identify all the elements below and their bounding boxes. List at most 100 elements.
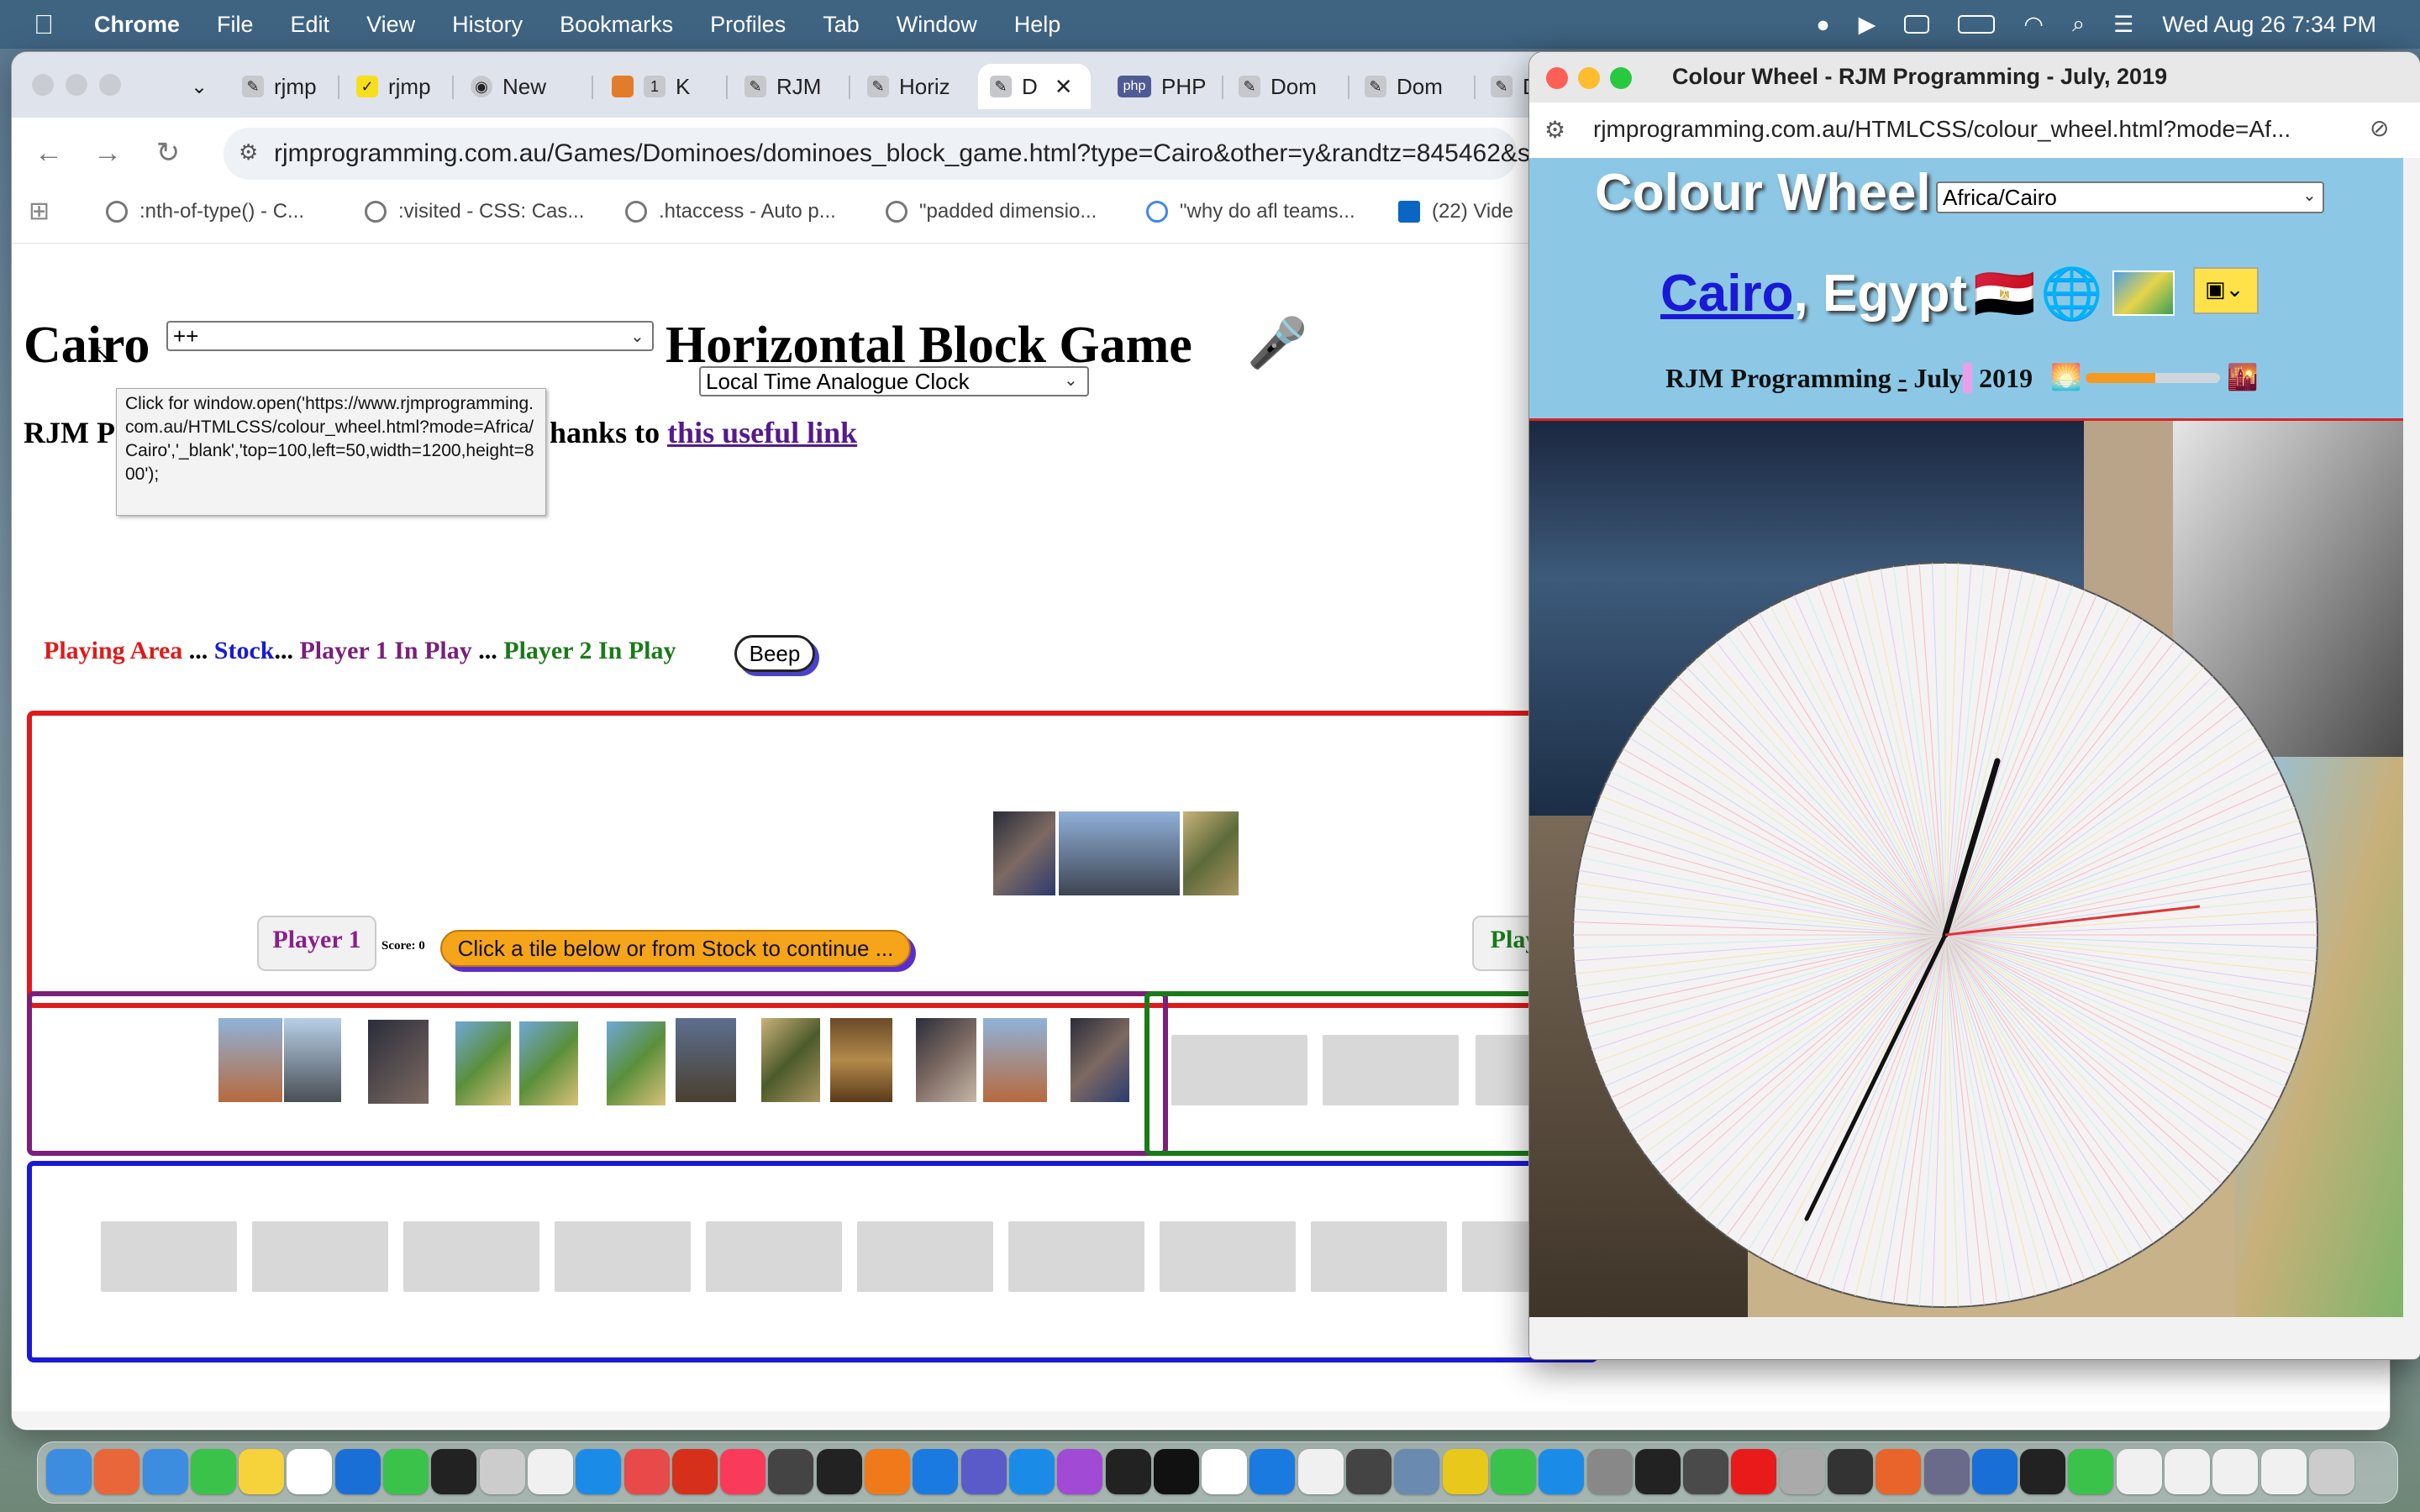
tab-5[interactable]: ✎ RJM	[733, 64, 821, 109]
dock-app-icon[interactable]	[2308, 1449, 2354, 1494]
dock-app-icon[interactable]	[1008, 1449, 1055, 1494]
dock-app-icon[interactable]	[1923, 1449, 1970, 1494]
city-title[interactable]: Cairo	[24, 316, 150, 375]
address-url[interactable]: rjmprogramming.com.au/Games/Dominoes/dom…	[274, 139, 1544, 168]
menu-app-name[interactable]: Chrome	[94, 12, 180, 38]
window-close-button[interactable]	[32, 74, 54, 96]
bookmark-5[interactable]: "why do afl teams...	[1146, 200, 1355, 223]
domino-tile[interactable]	[607, 1021, 666, 1105]
player1-button[interactable]: Player 1	[257, 916, 376, 971]
tab-9[interactable]: ✎ Dom	[1227, 64, 1317, 109]
dock-app-icon[interactable]	[768, 1449, 814, 1494]
dock-app-icon[interactable]	[1153, 1449, 1199, 1494]
stock-tile[interactable]	[857, 1221, 993, 1292]
dock-app-icon[interactable]	[1297, 1449, 1344, 1494]
site-info-icon[interactable]: ⚙	[1544, 116, 1565, 144]
tab-1[interactable]: ✎ rjmp	[230, 64, 317, 109]
map-icon[interactable]	[2112, 270, 2175, 316]
dock-app-icon[interactable]	[334, 1449, 381, 1494]
timezone-select[interactable]: Africa/Cairo	[1936, 181, 2324, 213]
stock-tile[interactable]	[1160, 1221, 1296, 1292]
dock-app-icon[interactable]	[623, 1449, 670, 1494]
dock-app-icon[interactable]	[1490, 1449, 1536, 1494]
battery-icon[interactable]	[1958, 15, 1996, 34]
cw-vertical-scrollbar[interactable]	[2403, 158, 2420, 1317]
dock-app-icon[interactable]	[1779, 1449, 1825, 1494]
cw-address-bar[interactable]: ⚙ rjmprogramming.com.au/HTMLCSS/colour_w…	[1529, 102, 2420, 158]
menu-bookmarks[interactable]: Bookmarks	[560, 12, 673, 38]
dock-app-icon[interactable]	[816, 1449, 862, 1494]
menu-history[interactable]: History	[452, 12, 523, 38]
dock-app-icon[interactable]	[1876, 1449, 1922, 1494]
dock-app-icon[interactable]	[865, 1449, 911, 1494]
domino-tile[interactable]	[455, 1021, 511, 1105]
dock-app-icon[interactable]	[1394, 1449, 1440, 1494]
reload-icon[interactable]: ↻	[150, 134, 187, 171]
dock-app-icon[interactable]	[142, 1449, 188, 1494]
dock-app-icon[interactable]	[1827, 1449, 1873, 1494]
bookmark-4[interactable]: "padded dimensio...	[886, 200, 1097, 223]
horizontal-scrollbar[interactable]	[12, 1411, 2390, 1428]
clock-select[interactable]: Local Time Analogue Clock	[699, 366, 1089, 396]
stock-area[interactable]	[27, 1161, 1598, 1362]
daylight-progress[interactable]	[2086, 373, 2220, 383]
dock-app-icon[interactable]	[1442, 1449, 1488, 1494]
status-app-icon[interactable]: ●	[1816, 12, 1829, 38]
display-icon[interactable]	[1904, 15, 1930, 34]
dock-app-icon[interactable]	[1057, 1449, 1103, 1494]
camera-select[interactable]: ▣⌄	[2193, 267, 2259, 314]
stock-tile[interactable]	[1008, 1221, 1144, 1292]
tab-10[interactable]: ✎ Dom	[1353, 64, 1443, 109]
tab-2[interactable]: ✓ rjmp	[345, 64, 431, 109]
bookmark-6[interactable]: (22) Vide	[1398, 200, 1513, 223]
dock-app-icon[interactable]	[239, 1449, 285, 1494]
menu-window[interactable]: Window	[897, 12, 977, 38]
domino-tile[interactable]	[761, 1018, 820, 1102]
cw-city-link[interactable]: Cairo	[1660, 265, 1793, 323]
dock-app-icon[interactable]	[383, 1449, 429, 1494]
tab-3[interactable]: ◉ New	[459, 64, 546, 109]
apple-icon[interactable]: 	[34, 9, 54, 40]
dock-app-icon[interactable]	[2165, 1449, 2211, 1494]
tab-8[interactable]: php PHP	[1106, 64, 1206, 109]
stock-tile[interactable]	[555, 1221, 691, 1292]
location-off-icon[interactable]: ⊘	[2370, 114, 2389, 142]
menubar-clock[interactable]: Wed Aug 26 7:34 PM	[2162, 12, 2376, 38]
dock-app-icon[interactable]	[1202, 1449, 1248, 1494]
domino-tile[interactable]	[983, 1018, 1047, 1102]
stock-tile[interactable]	[252, 1221, 388, 1292]
continue-hint-button[interactable]: Click a tile below or from Stock to cont…	[440, 930, 911, 967]
dock-app-icon[interactable]	[431, 1449, 477, 1494]
domino-tile[interactable]	[1059, 811, 1118, 895]
dock-app-icon[interactable]	[960, 1449, 1007, 1494]
tab-search-chevron-icon[interactable]: ⌄	[168, 64, 218, 109]
dock-app-icon[interactable]	[2260, 1449, 2307, 1494]
domino-tile[interactable]	[218, 1018, 282, 1102]
wifi-icon[interactable]: ◠	[2023, 12, 2044, 38]
dock-app-icon[interactable]	[46, 1449, 92, 1494]
tab-close-icon[interactable]: ✕	[1055, 74, 1073, 100]
globe-icon[interactable]: 🌐	[2040, 264, 2103, 323]
domino-tile[interactable]	[368, 1020, 429, 1104]
menu-help[interactable]: Help	[1014, 12, 1061, 38]
domino-tile[interactable]	[676, 1018, 736, 1102]
dock-app-icon[interactable]	[1971, 1449, 2018, 1494]
emoji-select[interactable]: ++	[166, 321, 654, 351]
back-icon[interactable]: ←	[30, 134, 67, 171]
tab-7-active[interactable]: ✎ D ✕	[978, 64, 1091, 109]
stock-tile[interactable]	[101, 1221, 237, 1292]
dock-app-icon[interactable]	[190, 1449, 236, 1494]
microphone-icon[interactable]: 🎤	[1247, 314, 1307, 372]
dock-app-icon[interactable]	[1683, 1449, 1729, 1494]
domino-tile[interactable]	[1183, 811, 1239, 895]
cw-horizontal-scrollbar[interactable]	[1529, 1317, 2420, 1359]
domino-tile[interactable]	[284, 1018, 341, 1102]
cw-close-button[interactable]	[1546, 67, 1568, 89]
dock-app-icon[interactable]	[479, 1449, 525, 1494]
menu-profiles[interactable]: Profiles	[710, 12, 786, 38]
dock-app-icon[interactable]	[576, 1449, 622, 1494]
site-info-icon[interactable]: ⚙	[239, 139, 258, 165]
menu-view[interactable]: View	[366, 12, 415, 38]
search-icon[interactable]: ⌕	[2072, 11, 2085, 38]
menu-tab[interactable]: Tab	[823, 12, 860, 38]
